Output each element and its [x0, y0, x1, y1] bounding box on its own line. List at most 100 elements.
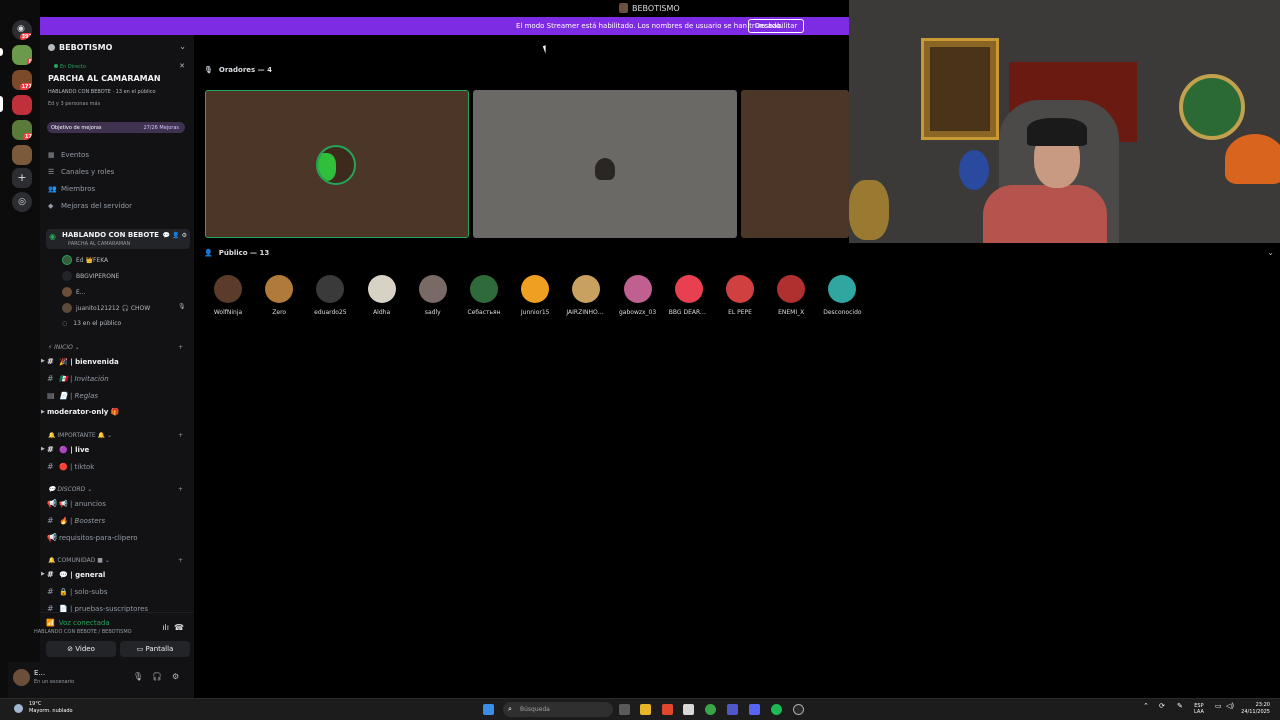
menu-miembros[interactable]: 👥 Miembros — [48, 185, 95, 193]
audience-member[interactable]: WolfNinja — [208, 275, 248, 316]
channel-requisitos[interactable]: 📢 requisitos-para-clipero — [47, 533, 138, 542]
channel-tiktok[interactable]: # 🔴 | tiktok — [47, 462, 94, 471]
user-status: En un escenario — [34, 679, 75, 685]
speaker-tile[interactable] — [205, 90, 469, 238]
boost-goal-bar[interactable]: Objetivo de mejoras 27/26 Mejoras — [47, 122, 185, 133]
chevron-down-icon[interactable]: ⌄ — [179, 42, 186, 51]
channel-anuncios[interactable]: 📢 📢 | anuncios — [47, 499, 106, 508]
server-name-header[interactable]: BEBOTISMO — [48, 43, 112, 52]
audience-member-name: Zero — [272, 309, 287, 316]
category-discord[interactable]: 💬 DISCORD ⌄ + — [48, 486, 183, 493]
voice-user[interactable]: Ed 👑FEKA — [62, 255, 108, 265]
volume-icon[interactable]: ◁) — [1226, 703, 1234, 710]
disable-streamer-button[interactable]: Deshabilitar — [748, 19, 805, 33]
menu-canales-roles[interactable]: ☰ Canales y roles — [48, 168, 114, 176]
server-icon-active[interactable] — [12, 95, 32, 115]
channel-general[interactable]: ▶ # 💬 | general — [41, 570, 105, 579]
sync-icon[interactable]: ⟳ — [1159, 703, 1165, 710]
audience-member[interactable]: Junnior15 — [515, 275, 555, 316]
voice-status[interactable]: 📶 Voz conectada — [46, 619, 110, 627]
audience-member[interactable]: Desconocido — [822, 275, 862, 316]
channel-solosubs[interactable]: # 🔒 | solo-subs — [47, 587, 108, 596]
audience-member[interactable]: Aldha — [362, 275, 402, 316]
audience-member[interactable]: ENEMI_X — [771, 275, 811, 316]
chevron-up-icon[interactable]: ⌃ — [1143, 703, 1149, 710]
app-icon[interactable] — [683, 704, 694, 715]
screen-share-button[interactable]: ▭ Pantalla — [120, 641, 190, 657]
server-icon[interactable]: 8 — [12, 45, 32, 65]
server-icon[interactable] — [12, 145, 32, 165]
channel-live[interactable]: ▶ # 🟣 | live — [41, 445, 89, 454]
audience-count-row[interactable]: ◌ 13 en el público — [62, 320, 121, 327]
event-title[interactable]: PARCHA AL CAMARAMAN — [48, 74, 161, 83]
channel-moderator[interactable]: ▶ moderator-only 🎁 — [41, 408, 119, 416]
network-icon[interactable]: ▭ — [1215, 703, 1222, 710]
teams-icon[interactable] — [727, 704, 738, 715]
voice-user[interactable]: E... — [62, 287, 86, 297]
chrome-icon[interactable] — [705, 704, 716, 715]
avatar[interactable] — [13, 669, 30, 686]
task-view-icon[interactable] — [619, 704, 630, 715]
audience-member[interactable]: EL PEPE — [720, 275, 760, 316]
channel-invitacion[interactable]: # 🇲🇽 | Invitación — [47, 374, 109, 383]
obs-icon[interactable] — [793, 704, 804, 715]
microphone-icon[interactable]: 🎙 — [133, 672, 143, 681]
voice-panel-icons[interactable]: ılı ☎ — [162, 623, 184, 632]
channel-bienvenida[interactable]: ▶ # 🎉 | bienvenida — [41, 357, 119, 366]
file-explorer-icon[interactable] — [640, 704, 651, 715]
channel-boosters[interactable]: # 🔥 | Boosters — [47, 516, 105, 525]
system-clock[interactable]: 23:20 24/11/2025 — [1241, 702, 1270, 716]
channel-reglas[interactable]: ▤ 📄 | Reglas — [47, 391, 98, 400]
soundboard-icon[interactable]: ılı — [162, 623, 169, 632]
audience-member[interactable]: JAIRZINHOcU... — [566, 275, 606, 316]
chevron-down-icon[interactable]: ⌄ — [1267, 248, 1274, 257]
explore-icon[interactable]: ◎ — [12, 192, 32, 212]
audience-member[interactable]: eduardo25 — [310, 275, 350, 316]
discord-icon[interactable] — [749, 704, 760, 715]
search-icon: ⌕ — [508, 705, 512, 713]
language-indicator[interactable]: ESP LAA — [1194, 703, 1204, 715]
category-inicio[interactable]: ⚡ INICIO ⌄ + — [48, 344, 183, 351]
window-title: BEBOTISMO — [632, 4, 680, 13]
audience-member[interactable]: sadly — [413, 275, 453, 316]
close-icon[interactable]: ✕ — [179, 62, 185, 70]
headphones-icon[interactable]: 🎧 — [152, 672, 162, 681]
hash-icon: # — [47, 357, 54, 366]
audience-member[interactable]: Zero — [259, 275, 299, 316]
voice-channel-tools[interactable]: 💬 👤 ⚙ — [163, 232, 187, 239]
add-channel-icon[interactable]: + — [178, 486, 183, 493]
server-icon[interactable]: 17 — [12, 120, 32, 140]
audience-member[interactable]: Себастьян — [464, 275, 504, 316]
disconnect-icon[interactable]: ☎ — [174, 623, 184, 632]
windows-start-icon[interactable] — [483, 704, 494, 715]
category-importante[interactable]: 🔔 IMPORTANTE 🔔 ⌄ + — [48, 432, 183, 439]
voice-channel-stage[interactable]: ◉ HABLANDO CON BEBOTE PARCHA AL CAMARAMA… — [46, 229, 190, 249]
rules-icon: ▤ — [47, 391, 55, 400]
server-icon[interactable]: 171 — [12, 70, 32, 90]
calendar-icon: ▦ — [48, 151, 55, 159]
speaker-tile[interactable] — [741, 90, 849, 238]
add-channel-icon[interactable]: + — [178, 344, 183, 351]
voice-user[interactable]: juanito121212 🎧 CHOW 🎙 — [62, 303, 186, 313]
spotify-icon[interactable] — [771, 704, 782, 715]
announcement-icon: 📢 — [47, 499, 57, 508]
audience-member[interactable]: gabowzx_03 — [618, 275, 658, 316]
video-button[interactable]: ⊘ Video — [46, 641, 116, 657]
discord-home-icon[interactable]: ◉ 397 — [12, 20, 32, 40]
audience-member[interactable]: BBG DEARCR... — [669, 275, 709, 316]
speaker-tile[interactable] — [473, 90, 737, 238]
audience-member-name: Aldha — [373, 309, 391, 316]
brave-icon[interactable] — [662, 704, 673, 715]
add-channel-icon[interactable]: + — [178, 557, 183, 564]
weather-widget[interactable]: 19°C Mayorm. nublado — [14, 701, 73, 715]
taskbar-search[interactable]: ⌕ Búsqueda — [503, 702, 613, 717]
streamer-mode-banner: El modo Streamer está habilitado. Los no… — [40, 17, 849, 35]
voice-user[interactable]: BBGVIPERONE — [62, 271, 119, 281]
menu-eventos[interactable]: ▦ Eventos — [48, 151, 89, 159]
add-server-icon[interactable]: + — [12, 168, 32, 188]
category-comunidad[interactable]: 🔔 COMUNIDAD ■ ⌄ + — [48, 557, 183, 564]
pen-icon[interactable]: ✎ — [1177, 703, 1183, 710]
menu-mejoras[interactable]: ◆ Mejoras del servidor — [48, 202, 132, 210]
add-channel-icon[interactable]: + — [178, 432, 183, 439]
gear-icon[interactable]: ⚙ — [172, 672, 179, 681]
